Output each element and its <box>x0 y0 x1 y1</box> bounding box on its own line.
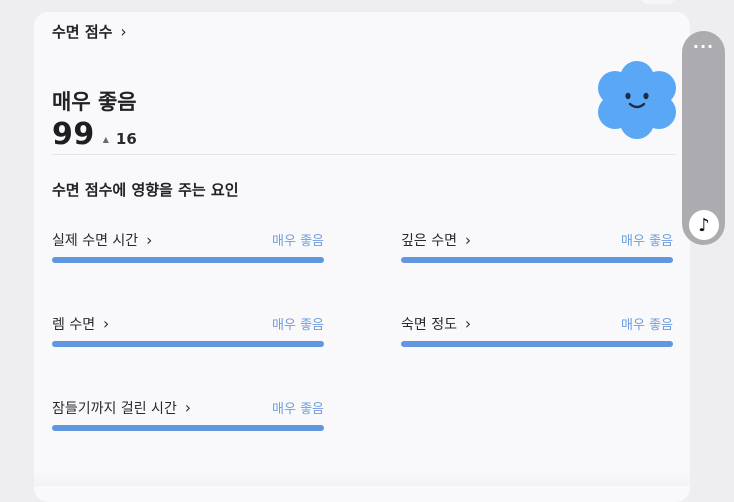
factors-section-title: 수면 점수에 영향을 주는 요인 <box>52 181 239 199</box>
factor-progress-track <box>401 341 673 347</box>
factor-progress-track <box>52 257 324 263</box>
top-pill <box>640 0 676 4</box>
factor-status: 매우 좋음 <box>272 234 324 249</box>
triangle-up-icon: ▲ <box>102 135 109 144</box>
factor-actual-sleep-time[interactable]: 실제 수면 시간 › 매우 좋음 <box>52 230 324 270</box>
chevron-right-icon: › <box>146 230 153 250</box>
sleep-score-title: 수면 점수 <box>52 23 113 41</box>
factor-label-link[interactable]: 실제 수면 시간 › <box>52 230 152 250</box>
factor-progress-fill <box>52 257 324 263</box>
score-delta: ▲ 16 <box>103 130 137 148</box>
factor-status: 매우 좋음 <box>272 318 324 333</box>
factor-progress-track <box>52 341 324 347</box>
factor-label-link[interactable]: 잠들기까지 걸린 시간 › <box>52 398 191 418</box>
factor-status: 매우 좋음 <box>621 318 673 333</box>
score-value: 99 <box>52 117 95 152</box>
more-options-button[interactable]: ··· <box>682 37 725 56</box>
factor-status: 매우 좋음 <box>621 234 673 249</box>
chevron-right-icon: › <box>103 314 110 334</box>
factor-label-link[interactable]: 깊은 수면 › <box>401 230 471 250</box>
factor-progress-fill <box>52 341 324 347</box>
sleep-score-header-link[interactable]: 수면 점수 › <box>52 21 126 42</box>
smiling-blue-cloud-icon <box>598 61 676 139</box>
sleep-score-card: 수면 점수 › 매우 좋음 99 ▲ 16 수면 점수에 영향을 주는 요인 실… <box>34 12 690 502</box>
factor-label: 렘 수면 <box>52 317 96 333</box>
factor-progress-fill <box>401 341 673 347</box>
factor-progress-track <box>52 425 324 431</box>
chevron-right-icon: › <box>464 314 471 334</box>
factor-label-link[interactable]: 숙면 정도 › <box>401 314 471 334</box>
factor-rem-sleep[interactable]: 렘 수면 › 매우 좋음 <box>52 314 324 354</box>
chevron-right-icon: › <box>120 22 127 41</box>
music-note-icon[interactable]: ♪ <box>689 210 719 240</box>
factor-deep-sleep[interactable]: 깊은 수면 › 매우 좋음 <box>401 230 673 270</box>
factor-progress-track <box>401 257 673 263</box>
factor-sleep-latency[interactable]: 잠들기까지 걸린 시간 › 매우 좋음 <box>52 398 324 438</box>
score-delta-value: 16 <box>115 130 137 148</box>
factor-progress-fill <box>52 425 324 431</box>
factor-label: 깊은 수면 <box>401 233 457 249</box>
factor-progress-fill <box>401 257 673 263</box>
factor-sleep-quality[interactable]: 숙면 정도 › 매우 좋음 <box>401 314 673 354</box>
factor-label-link[interactable]: 렘 수면 › <box>52 314 109 334</box>
factor-status: 매우 좋음 <box>272 402 324 417</box>
bottom-fade <box>0 470 734 486</box>
factor-label: 잠들기까지 걸린 시간 <box>52 401 177 417</box>
divider <box>52 154 676 155</box>
factor-label: 숙면 정도 <box>401 317 457 333</box>
chevron-right-icon: › <box>464 230 471 250</box>
chevron-right-icon: › <box>184 398 191 418</box>
factor-label: 실제 수면 시간 <box>52 233 139 249</box>
score-rating: 매우 좋음 <box>52 90 137 114</box>
score-row: 99 ▲ 16 <box>52 117 137 152</box>
